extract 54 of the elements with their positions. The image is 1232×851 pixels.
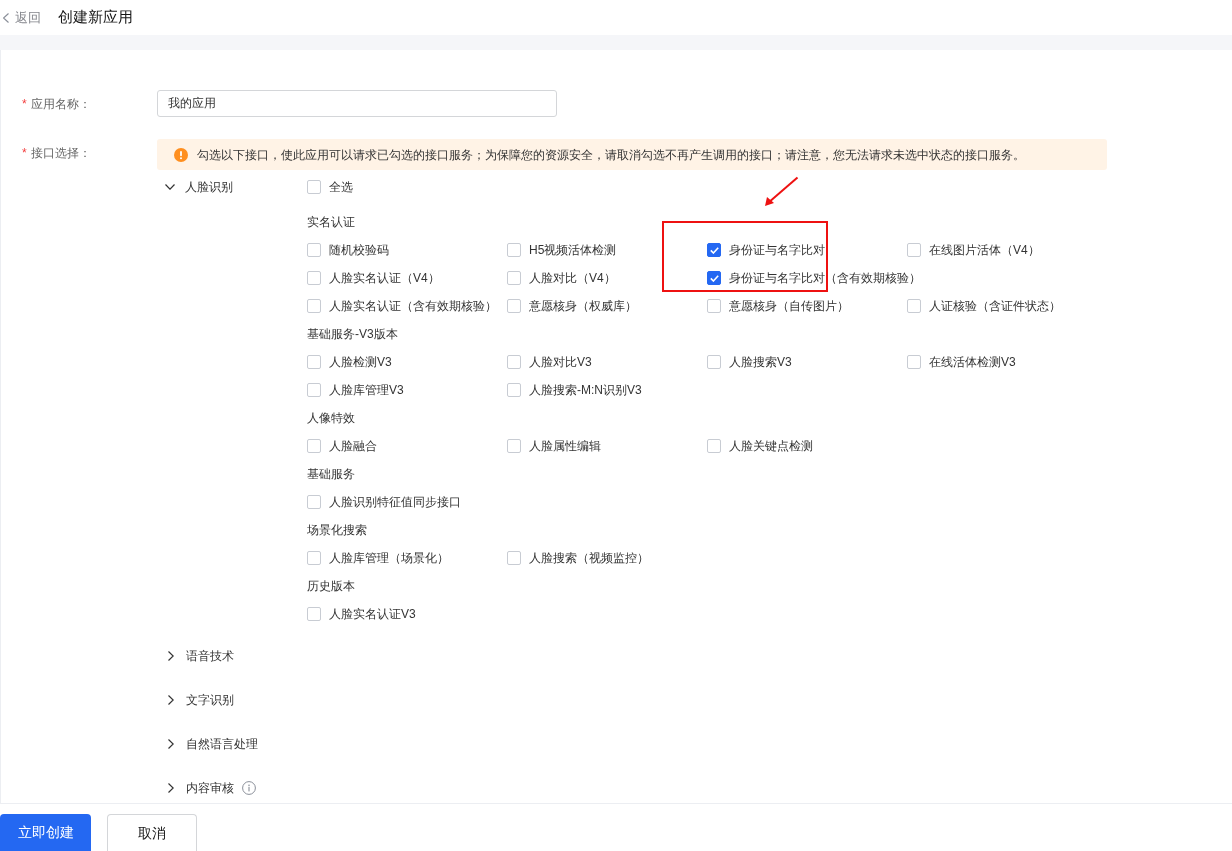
checkbox[interactable] <box>707 271 721 285</box>
checkbox-label: 人脸库管理V3 <box>329 382 404 399</box>
checkbox-label: 人脸对比V3 <box>529 354 592 371</box>
checkbox-label: 人脸检测V3 <box>329 354 392 371</box>
group-heading: 人像特效 <box>307 410 355 427</box>
category-toggle[interactable]: 内容审核 <box>157 774 234 802</box>
check-icon <box>709 246 719 254</box>
category-toggle[interactable]: 文字识别 <box>157 686 234 714</box>
check-icon <box>709 274 719 282</box>
checkbox-label: 人脸识别特征值同步接口 <box>329 494 461 511</box>
group-heading: 基础服务 <box>307 466 355 483</box>
checkbox-label: H5视频活体检测 <box>529 242 617 259</box>
app-name-input[interactable]: 我的应用 <box>157 90 557 117</box>
field-label: 接口选择： <box>30 145 91 162</box>
checkbox-label: 全选 <box>329 179 353 196</box>
checkbox-label: 人脸实名认证（V4） <box>329 270 440 287</box>
checkbox-label: 人脸库管理（场景化） <box>329 550 449 567</box>
notice-text: 勾选以下接口，使此应用可以请求已勾选的接口服务；为保障您的资源安全，请取消勾选不再产生调用的接口；请注意，您无法请求未选中状态的接口服务。 <box>197 146 1025 164</box>
checkbox-label: 人脸属性编辑 <box>529 438 601 455</box>
checkbox-label: 人脸关键点检测 <box>729 438 813 455</box>
chevron-left-icon <box>3 12 9 23</box>
category-toggle[interactable]: 人脸识别 <box>157 173 233 201</box>
checkbox-label: 人脸实名认证（含有效期核验） <box>329 298 497 315</box>
group-heading: 场景化搜索 <box>307 522 367 539</box>
checkbox-label: 人脸搜索V3 <box>729 354 792 371</box>
group-heading: 基础服务-V3版本 <box>307 326 398 343</box>
category-toggle[interactable]: 自然语言处理 <box>157 730 258 758</box>
checkbox-label: 意愿核身（自传图片） <box>729 298 849 315</box>
required-mark: * <box>22 95 27 113</box>
page-title: 创建新应用 <box>58 7 133 28</box>
checkbox-label: 人脸对比（V4） <box>529 270 616 287</box>
checkbox-label: 身份证与名字比对 <box>729 242 825 259</box>
checkbox-label: 人脸搜索-M:N识别V3 <box>529 382 642 399</box>
checkbox-label: 在线活体检测V3 <box>929 354 1016 371</box>
checkbox-label: 意愿核身（权威库） <box>529 298 637 315</box>
category-toggle[interactable]: 语音技术 <box>157 642 234 670</box>
checkbox-label: 在线图片活体（V4） <box>929 242 1040 259</box>
checkbox-label: 人脸实名认证V3 <box>329 606 416 623</box>
annotation-arrow <box>764 176 799 207</box>
create-button[interactable]: 立即创建 <box>0 814 91 851</box>
group-heading: 历史版本 <box>307 578 355 595</box>
field-label: 应用名称： <box>30 95 91 113</box>
cancel-button[interactable]: 取消 <box>107 814 197 851</box>
checkbox[interactable] <box>707 243 721 257</box>
required-mark: * <box>22 145 27 162</box>
group-heading: 实名认证 <box>307 214 355 231</box>
warning-icon <box>174 147 188 162</box>
checkbox-label: 随机校验码 <box>329 242 389 259</box>
info-icon[interactable] <box>242 781 256 795</box>
checkbox-label: 人脸融合 <box>329 438 377 455</box>
back-link[interactable]: 返回 <box>0 7 41 28</box>
checkbox-label: 人脸搜索（视频监控） <box>529 550 649 567</box>
checkbox-label: 身份证与名字比对（含有效期核验） <box>729 270 921 287</box>
checkbox-label: 人证核验（含证件状态） <box>929 298 1061 315</box>
